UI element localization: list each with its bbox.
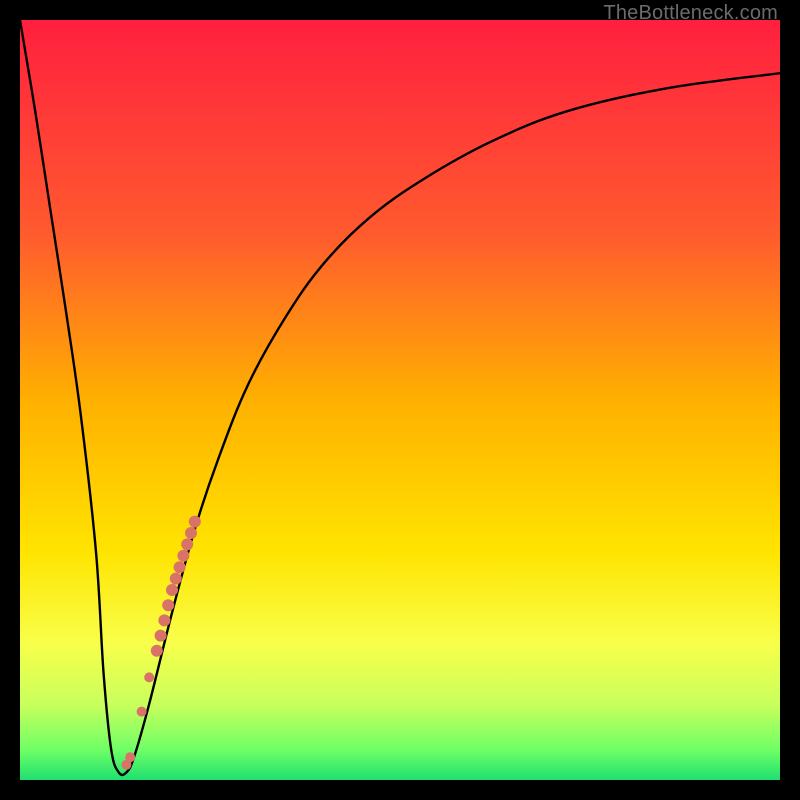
- marker-point: [158, 614, 170, 626]
- marker-point: [185, 527, 197, 539]
- plot-area: [20, 20, 780, 780]
- marker-point: [174, 561, 186, 573]
- marker-point: [162, 599, 174, 611]
- marker-point: [155, 630, 167, 642]
- marker-point: [151, 645, 163, 657]
- marker-point: [177, 550, 189, 562]
- marker-point: [181, 538, 193, 550]
- marker-point: [137, 707, 147, 717]
- marker-point: [166, 584, 178, 596]
- chart-svg: [20, 20, 780, 780]
- chart-frame: TheBottleneck.com: [0, 0, 800, 800]
- marker-point: [144, 672, 154, 682]
- marker-point: [189, 516, 201, 528]
- marker-point: [125, 752, 135, 762]
- gradient-background: [20, 20, 780, 780]
- marker-point: [170, 573, 182, 585]
